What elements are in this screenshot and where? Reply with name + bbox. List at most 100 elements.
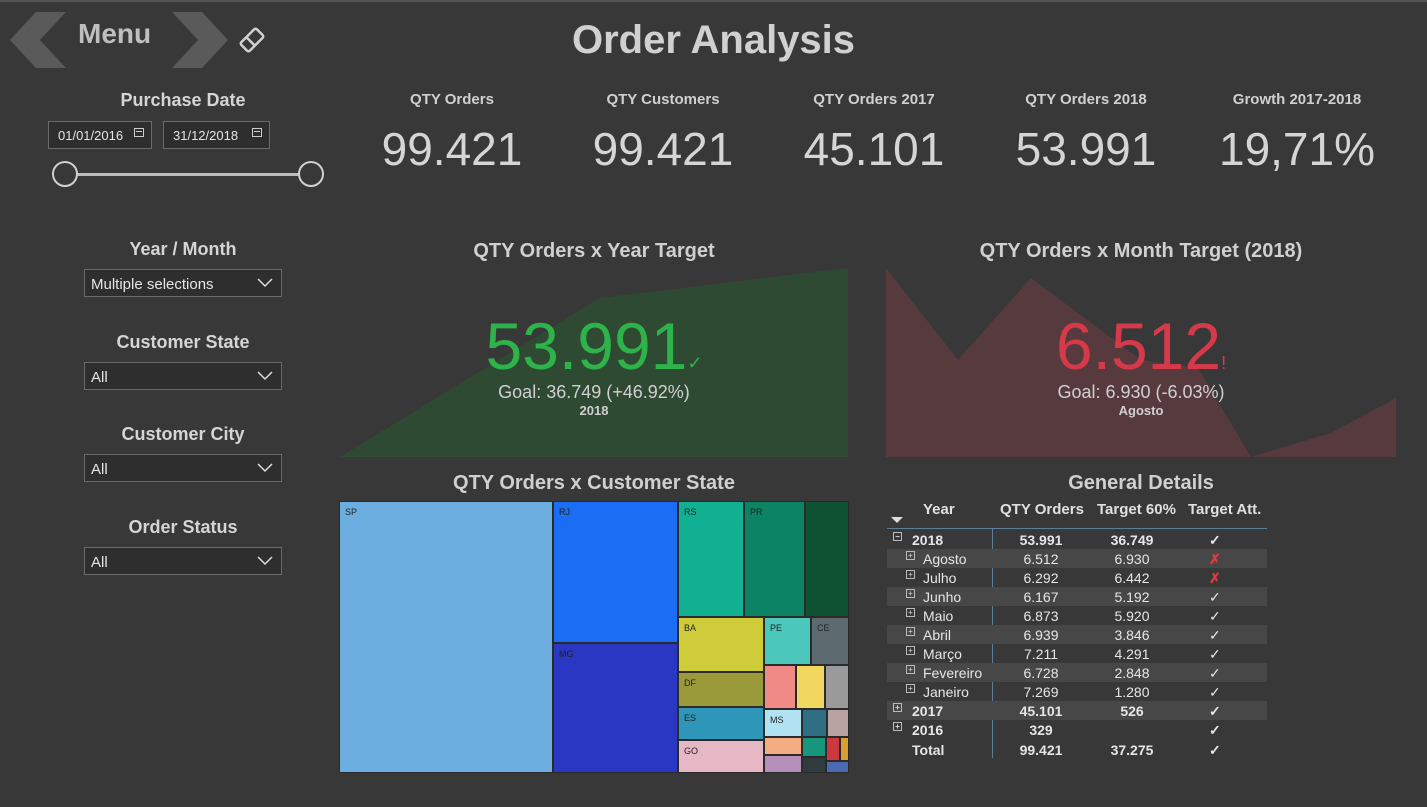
- calendar-icon[interactable]: [134, 128, 144, 137]
- expand-icon[interactable]: +: [893, 703, 902, 712]
- date-slider-end-handle[interactable]: [298, 161, 324, 187]
- treemap-cell-df[interactable]: DF: [678, 672, 764, 707]
- row-label: Maio: [923, 608, 954, 624]
- row-label: Fevereiro: [923, 665, 983, 681]
- row-target: 3.846: [1114, 627, 1150, 643]
- date-slider-start-handle[interactable]: [52, 161, 78, 187]
- row-label: Abril: [923, 627, 952, 643]
- treemap-cell-mg[interactable]: MG: [553, 643, 678, 773]
- year-month-value: Multiple selections: [91, 276, 214, 293]
- order-status-value: All: [91, 554, 108, 571]
- treemap-cell-es[interactable]: ES: [678, 707, 764, 740]
- column-header-qty[interactable]: QTY Orders: [1000, 501, 1084, 518]
- row-qty: 99.421: [1019, 742, 1063, 758]
- row-target: 2.848: [1114, 665, 1150, 681]
- treemap-cell-pi[interactable]: [764, 737, 802, 755]
- treemap-cell-rn[interactable]: [827, 709, 849, 737]
- expand-icon[interactable]: +: [906, 684, 915, 693]
- expand-icon[interactable]: +: [906, 570, 915, 579]
- table-row[interactable]: + Fevereiro 6.728 2.848 ✓: [887, 663, 1267, 682]
- treemap-cell-pr[interactable]: PR: [744, 501, 805, 617]
- chevron-down-icon: [257, 556, 273, 566]
- chevron-down-icon: [257, 463, 273, 473]
- treemap-cell-pa[interactable]: [764, 665, 796, 709]
- treemap-cell-mt[interactable]: [796, 665, 825, 709]
- column-header-target[interactable]: Target 60%: [1097, 501, 1176, 518]
- treemap-cell-ma[interactable]: [825, 665, 849, 709]
- table-row[interactable]: + Junho 6.167 5.192 ✓: [887, 587, 1267, 606]
- expand-icon[interactable]: +: [906, 608, 915, 617]
- cross-icon: ✗: [1209, 570, 1221, 586]
- treemap-cell-to[interactable]: [826, 737, 840, 761]
- row-target: 37.275: [1110, 742, 1154, 758]
- row-qty: 6.167: [1023, 589, 1059, 605]
- kpi-label: QTY Orders 2017: [813, 91, 935, 108]
- header-divider: [887, 528, 1267, 529]
- customer-state-dropdown[interactable]: All: [84, 362, 282, 390]
- year-month-dropdown[interactable]: Multiple selections: [84, 269, 282, 297]
- table-row[interactable]: + Janeiro 7.269 1.280 ✓: [887, 682, 1267, 701]
- treemap-cell-sp[interactable]: SP: [339, 501, 553, 773]
- table-row-2018[interactable]: − 2018 53.991 36.749 ✓: [887, 530, 1267, 549]
- expand-icon[interactable]: +: [906, 589, 915, 598]
- kpi-label: QTY Orders: [410, 91, 494, 108]
- customer-state-value: All: [91, 369, 108, 386]
- row-qty: 6.292: [1023, 570, 1059, 586]
- calendar-icon[interactable]: [252, 128, 262, 137]
- treemap-cell-am[interactable]: [802, 757, 826, 773]
- date-slider-track[interactable]: [64, 173, 312, 176]
- customer-city-dropdown[interactable]: All: [84, 454, 282, 482]
- treemap-label: BA: [684, 623, 697, 633]
- treemap-cell-ba[interactable]: BA: [678, 617, 764, 672]
- table-row[interactable]: + Maio 6.873 5.920 ✓: [887, 606, 1267, 625]
- treemap-cell-rs[interactable]: RS: [678, 501, 744, 617]
- start-date-input[interactable]: 01/01/2016: [48, 121, 152, 149]
- cross-icon: ✗: [1209, 551, 1221, 567]
- treemap-cell-sc[interactable]: [805, 501, 849, 617]
- treemap-label: PR: [750, 507, 763, 517]
- expand-icon[interactable]: +: [906, 551, 915, 560]
- table-row[interactable]: + Julho 6.292 6.442 ✗: [887, 568, 1267, 587]
- start-date-value: 01/01/2016: [58, 128, 124, 143]
- treemap-cell-ro[interactable]: [840, 737, 849, 761]
- treemap-cell-ms[interactable]: MS: [764, 709, 802, 737]
- table-row[interactable]: + Agosto 6.512 6.930 ✗: [887, 549, 1267, 568]
- expand-icon[interactable]: +: [893, 722, 902, 731]
- row-label: 2018: [912, 532, 944, 548]
- check-icon: ✓: [687, 353, 703, 373]
- row-target: 4.291: [1114, 646, 1150, 662]
- collapse-icon[interactable]: −: [893, 532, 902, 541]
- expand-icon[interactable]: +: [906, 627, 915, 636]
- table-row[interactable]: + Abril 6.939 3.846 ✓: [887, 625, 1267, 644]
- treemap-cell-rj[interactable]: RJ: [553, 501, 678, 643]
- treemap-cell-al[interactable]: [764, 755, 802, 773]
- check-icon: ✓: [1209, 684, 1221, 700]
- check-icon: ✓: [1209, 665, 1221, 681]
- row-label: Janeiro: [923, 684, 969, 700]
- order-status-dropdown[interactable]: All: [84, 547, 282, 575]
- column-header-year[interactable]: Year: [923, 501, 955, 518]
- year-month-label: Year / Month: [129, 239, 237, 259]
- customer-state-label: Customer State: [116, 332, 250, 352]
- column-header-attainment[interactable]: Target Att.: [1188, 501, 1261, 518]
- expand-icon[interactable]: +: [906, 665, 915, 674]
- row-label: 2017: [912, 703, 944, 719]
- treemap-cell-go[interactable]: GO: [678, 740, 764, 773]
- treemap-cell-pb[interactable]: [802, 709, 827, 737]
- end-date-input[interactable]: 31/12/2018: [163, 121, 270, 149]
- kpi-label: QTY Orders 2018: [1025, 91, 1147, 108]
- sort-descending-icon[interactable]: [891, 517, 903, 525]
- chevron-down-icon: [257, 371, 273, 381]
- expand-icon[interactable]: +: [906, 646, 915, 655]
- table-row-2016[interactable]: + 2016 329 ✓: [887, 720, 1267, 739]
- table-row-total: Total 99.421 37.275 ✓: [887, 740, 1267, 759]
- treemap-cell-se[interactable]: [802, 737, 826, 757]
- treemap-cell-pe[interactable]: PE: [764, 617, 811, 665]
- row-qty: 6.728: [1023, 665, 1059, 681]
- month-target-value-wrap: 6.512!: [886, 308, 1396, 384]
- treemap-cell-ce[interactable]: CE: [811, 617, 849, 665]
- table-row[interactable]: + Março 7.211 4.291 ✓: [887, 644, 1267, 663]
- treemap-cell-ac[interactable]: [826, 761, 849, 773]
- table-row-2017[interactable]: + 2017 45.101 526 ✓: [887, 701, 1267, 720]
- row-label: Março: [923, 646, 962, 662]
